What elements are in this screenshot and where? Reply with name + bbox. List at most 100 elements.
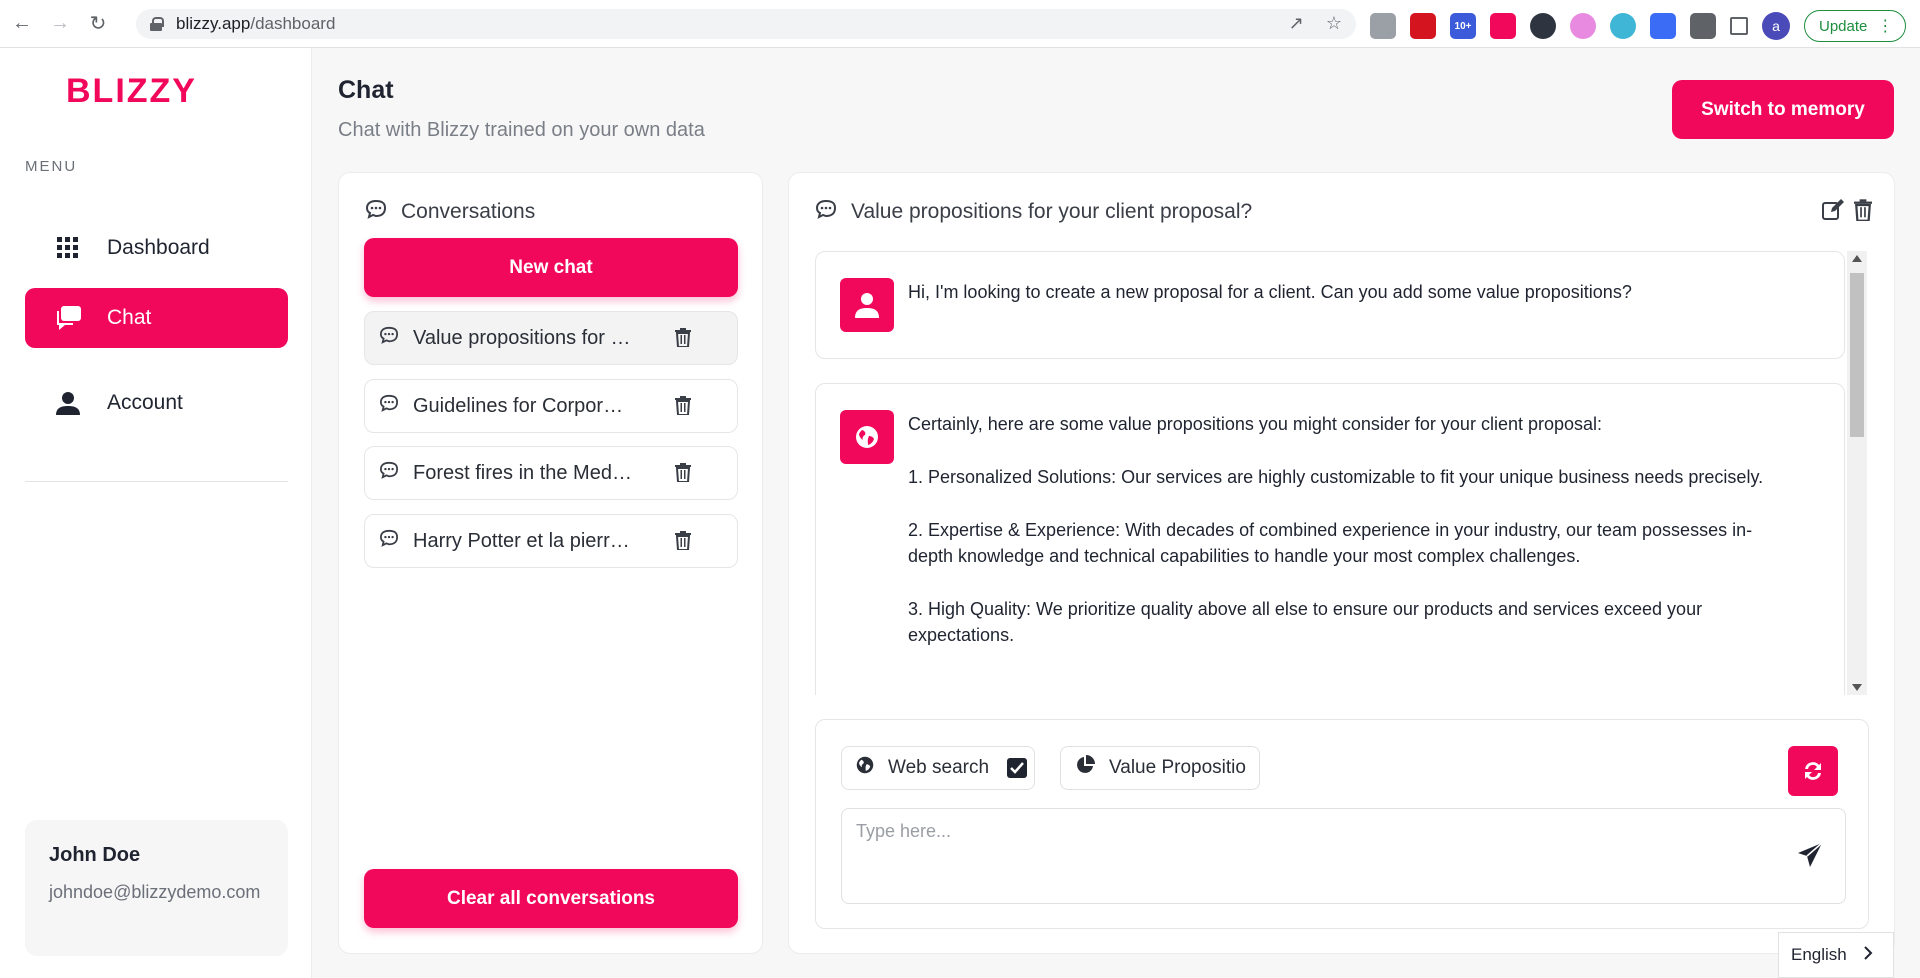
message-paragraph: 3. High Quality: We prioritize quality a… [908, 599, 1703, 645]
new-chat-button[interactable]: New chat [364, 238, 738, 297]
chat-bubble-icon [815, 199, 837, 225]
scrollbar-thumb[interactable] [1850, 273, 1864, 437]
chat-bubble-icon [379, 394, 399, 418]
menu-label: MENU [25, 158, 78, 175]
switch-to-memory-button[interactable]: Switch to memory [1672, 80, 1894, 139]
back-icon[interactable]: ← [6, 8, 38, 40]
message-list[interactable]: Hi, I'm looking to create a new proposal… [815, 251, 1869, 695]
bookmark-star-icon[interactable]: ☆ [1326, 13, 1342, 34]
url-path: /dashboard [250, 14, 336, 33]
extension-badge-icon[interactable]: 10+ [1450, 13, 1476, 39]
scroll-up-icon[interactable] [1852, 255, 1862, 262]
page-title: Chat [338, 76, 394, 104]
pie-chart-icon [1075, 755, 1095, 781]
chat-header-actions [1822, 199, 1872, 226]
user-avatar-icon [840, 278, 894, 332]
person-icon [53, 388, 83, 418]
browser-toolbar: ← → ↻ blizzy.app/dashboard ↗ ☆ 10+ a Upd… [0, 0, 1920, 48]
side-panel-icon[interactable] [1730, 17, 1748, 35]
message-text: Hi, I'm looking to create a new proposal… [908, 279, 1768, 332]
chat-bubble-icon [379, 326, 399, 350]
web-extension-icon[interactable] [1530, 13, 1556, 39]
scroll-down-icon[interactable] [1852, 684, 1862, 691]
conversations-panel: Conversations New chat Value proposition… [338, 172, 763, 954]
send-button[interactable] [1795, 841, 1825, 871]
trash-icon[interactable] [1854, 199, 1872, 226]
color-extension-icon[interactable] [1570, 13, 1596, 39]
conversation-label: Harry Potter et la pierre philosophale [413, 529, 633, 552]
update-label: Update [1819, 17, 1868, 35]
web-search-label: Web search [888, 757, 990, 778]
user-name: John Doe [49, 844, 141, 866]
sidebar-item-label: Dashboard [107, 236, 210, 259]
conversation-label: Guidelines for Corporate communication [413, 394, 633, 417]
language-label: English [1791, 945, 1847, 964]
blizzy-logo[interactable]: BLIZZY [66, 70, 250, 110]
lock-icon [150, 17, 164, 31]
blocks-extension-icon[interactable] [1650, 13, 1676, 39]
sidebar-item-label: Account [107, 391, 183, 414]
conversation-item[interactable]: Forest fires in the Mediterranean [364, 446, 738, 500]
clear-all-conversations-button[interactable]: Clear all conversations [364, 869, 738, 928]
sidebar-item-account[interactable]: Account [25, 373, 288, 433]
globe-icon [840, 410, 894, 464]
share-icon[interactable]: ↗ [1289, 13, 1304, 34]
conversation-item[interactable]: Harry Potter et la pierre philosophale [364, 514, 738, 568]
send-icon [1798, 841, 1823, 867]
trash-icon[interactable] [675, 396, 691, 421]
trash-icon[interactable] [675, 328, 691, 353]
source-selector[interactable]: Value Propositio [1060, 746, 1260, 790]
edit-icon[interactable] [1822, 199, 1844, 226]
page-subtitle: Chat with Blizzy trained on your own dat… [338, 119, 705, 141]
message-text: Certainly, here are some value propositi… [908, 411, 1768, 675]
chat-bubble-icon [379, 529, 399, 553]
messages-scrollbar[interactable] [1847, 251, 1867, 695]
chevron-right-icon [1863, 945, 1873, 966]
conversation-label: Value propositions for your client propo… [413, 326, 633, 349]
chat-bubble-icon [379, 461, 399, 485]
kebab-menu-icon: ⋮ [1877, 18, 1893, 35]
message-paragraph: Hi, I'm looking to create a new proposal… [908, 282, 1632, 302]
web-search-toggle[interactable]: Web search [841, 746, 1035, 790]
assistant-message: Certainly, here are some value propositi… [815, 383, 1845, 695]
message-input-box [841, 808, 1846, 904]
trash-icon[interactable] [675, 463, 691, 488]
user-message: Hi, I'm looking to create a new proposal… [815, 251, 1845, 359]
chat-icon [53, 303, 83, 333]
sidebar-item-label: Chat [107, 306, 152, 329]
chat-title: Value propositions for your client propo… [851, 200, 1253, 223]
url-host: blizzy.app [176, 14, 251, 33]
chat-bubble-icon [365, 199, 387, 225]
conversations-title: Conversations [401, 200, 536, 223]
puzzle-extensions-icon[interactable] [1690, 13, 1716, 39]
message-input[interactable] [842, 809, 1845, 903]
chat-panel: Value propositions for your client propo… [788, 172, 1895, 954]
profile-avatar[interactable]: a [1762, 12, 1790, 40]
camera-extension-icon[interactable] [1370, 13, 1396, 39]
chat-header: Value propositions for your client propo… [815, 199, 1252, 225]
sidebar: BLIZZY MENU Dashboard Chat Account John … [0, 48, 312, 978]
address-bar[interactable]: blizzy.app/dashboard ↗ ☆ [136, 9, 1356, 39]
conversations-header: Conversations [365, 199, 535, 225]
user-card: John Doe johndoe@blizzydemo.com [25, 820, 288, 956]
grid-icon [53, 233, 83, 263]
globe-icon [856, 756, 874, 780]
refresh-button[interactable] [1788, 746, 1838, 796]
message-paragraph: 2. Expertise & Experience: With decades … [908, 520, 1753, 566]
update-button[interactable]: Update ⋮ [1804, 10, 1907, 42]
bookmark-extension-icon[interactable] [1490, 13, 1516, 39]
web-search-checkbox[interactable] [1007, 758, 1028, 778]
conversation-item[interactable]: Guidelines for Corporate communication [364, 379, 738, 433]
language-selector[interactable]: English [1778, 932, 1894, 978]
message-paragraph: Certainly, here are some value propositi… [908, 414, 1603, 434]
trash-icon[interactable] [675, 531, 691, 556]
globe-extension-icon[interactable] [1610, 13, 1636, 39]
sidebar-item-chat[interactable]: Chat [25, 288, 288, 348]
conversation-label: Forest fires in the Mediterranean [413, 461, 633, 484]
logo-text: BLIZZY [66, 72, 197, 110]
conversation-item[interactable]: Value propositions for your client propo… [364, 311, 738, 365]
reload-icon[interactable]: ↻ [82, 8, 114, 40]
sidebar-item-dashboard[interactable]: Dashboard [25, 218, 288, 278]
pdf-extension-icon[interactable] [1410, 13, 1436, 39]
forward-icon[interactable]: → [44, 8, 76, 40]
